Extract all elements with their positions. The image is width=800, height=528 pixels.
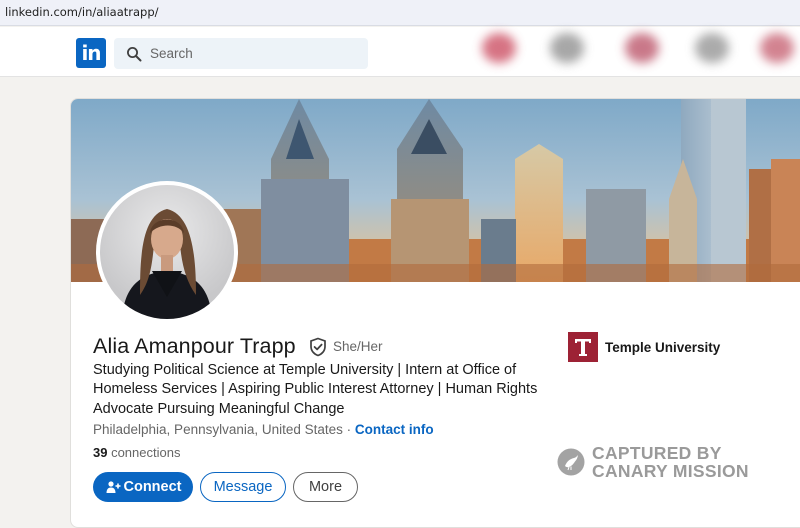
profile-location: Philadelphia, Pennsylvania, United State… bbox=[93, 422, 343, 437]
nav-item-messaging-icon[interactable] bbox=[695, 33, 729, 63]
linkedin-logo-icon[interactable]: in bbox=[76, 38, 106, 68]
connect-button[interactable]: Connect bbox=[93, 472, 193, 502]
top-nav: in bbox=[0, 27, 800, 77]
watermark-line-2: CANARY MISSION bbox=[592, 461, 749, 481]
connections-label: connections bbox=[107, 445, 181, 460]
watermark-line-1: CAPTURED BY bbox=[592, 443, 722, 463]
watermark-text: CAPTURED BY CANARY MISSION bbox=[592, 444, 749, 480]
education-name[interactable]: Temple University bbox=[605, 340, 720, 355]
nav-item-network-icon[interactable] bbox=[550, 33, 584, 63]
canary-bird-icon bbox=[557, 448, 585, 476]
message-button[interactable]: Message bbox=[200, 472, 286, 502]
contact-info-link[interactable]: Contact info bbox=[355, 422, 434, 437]
add-person-icon bbox=[106, 481, 120, 493]
search-icon bbox=[127, 47, 142, 62]
temple-university-logo-icon[interactable] bbox=[568, 332, 598, 362]
nav-item-home-icon[interactable] bbox=[482, 33, 516, 63]
more-button[interactable]: More bbox=[293, 472, 358, 502]
url-text[interactable]: linkedin.com/in/aliaatrapp/ bbox=[5, 5, 159, 19]
connections-count[interactable]: 39 connections bbox=[93, 445, 180, 460]
profile-headline: Studying Political Science at Temple Uni… bbox=[93, 362, 538, 417]
browser-url-bar[interactable]: linkedin.com/in/aliaatrapp/ bbox=[0, 0, 800, 26]
profile-pronouns: She/Her bbox=[333, 339, 383, 354]
search-input[interactable] bbox=[150, 38, 360, 69]
connect-label: Connect bbox=[123, 479, 182, 495]
profile-location-line: Philadelphia, Pennsylvania, United State… bbox=[93, 422, 434, 437]
search-box[interactable] bbox=[114, 38, 368, 69]
profile-photo-avatar[interactable] bbox=[96, 181, 238, 323]
location-separator: · bbox=[342, 422, 355, 437]
connections-number: 39 bbox=[93, 445, 108, 460]
profile-name: Alia Amanpour Trapp bbox=[93, 334, 296, 358]
verified-badge-icon[interactable] bbox=[308, 337, 328, 357]
nav-item-jobs-icon[interactable] bbox=[625, 33, 659, 63]
nav-item-notifications-icon[interactable] bbox=[760, 33, 794, 63]
